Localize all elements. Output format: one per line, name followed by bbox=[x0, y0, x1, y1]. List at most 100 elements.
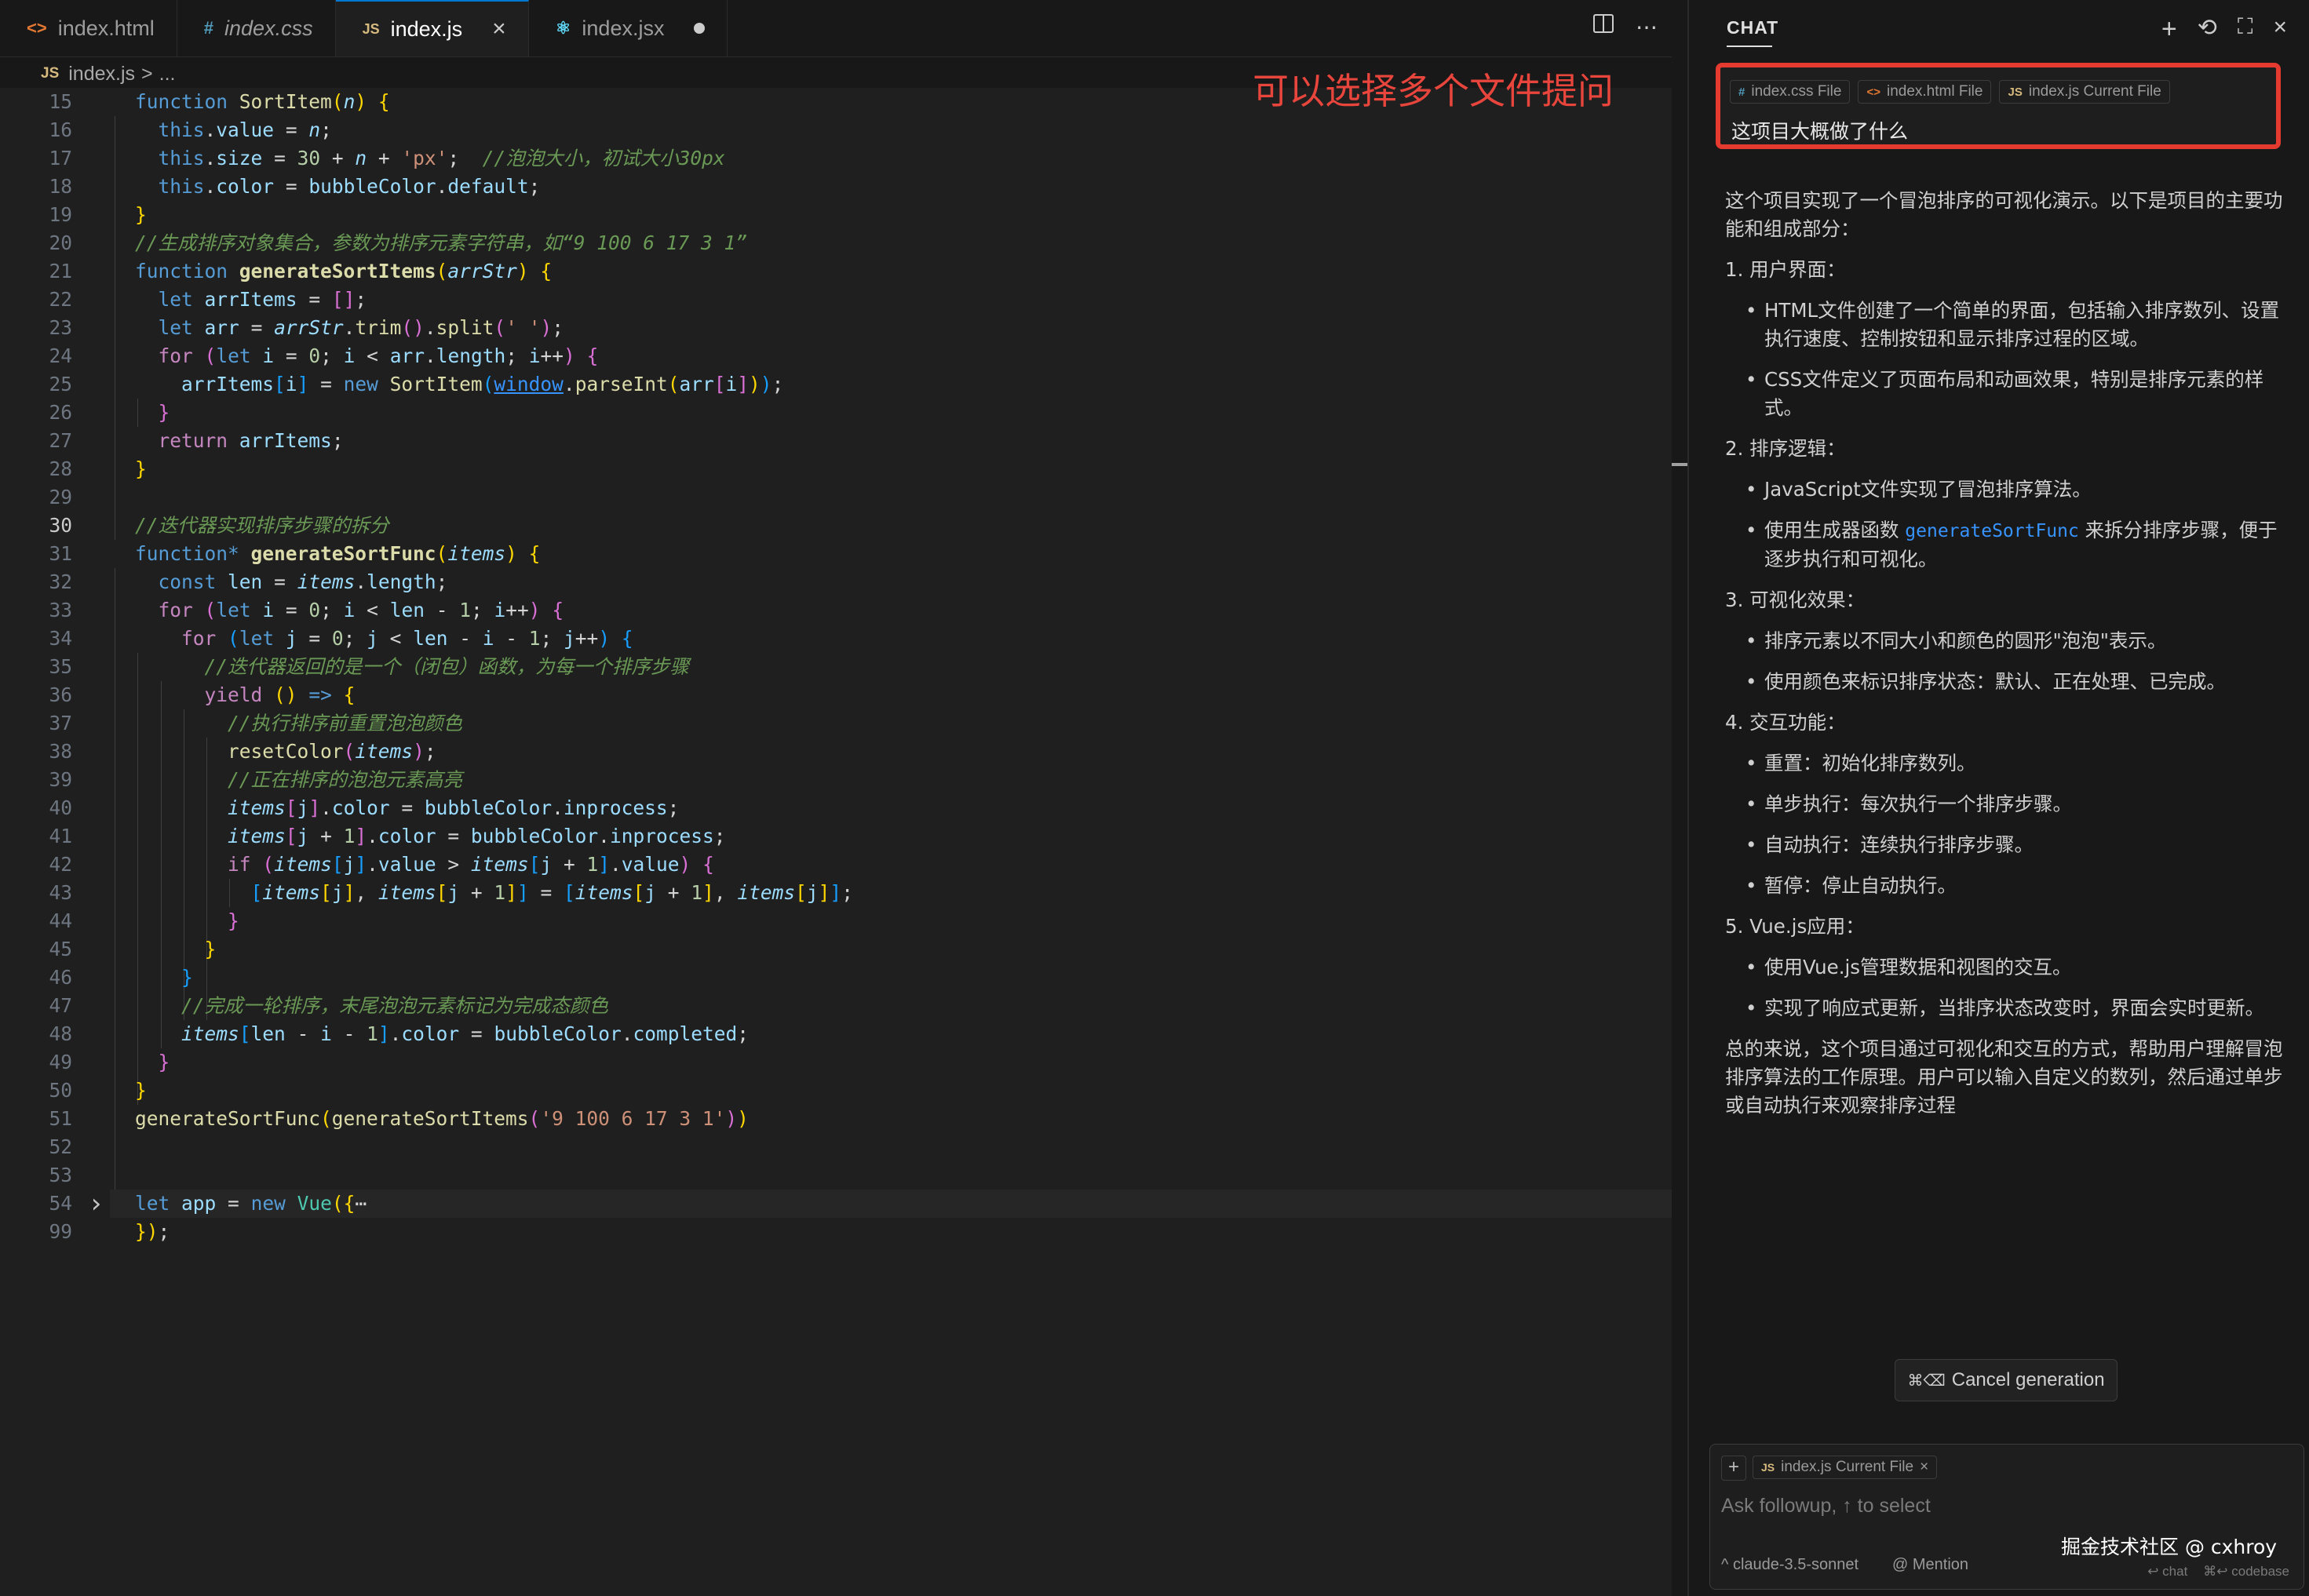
close-icon[interactable]: × bbox=[492, 16, 506, 42]
tab-index-html[interactable]: <> index.html bbox=[0, 0, 177, 56]
list-item: 使用生成器函数 generateSortFunc 来拆分排序步骤，便于逐步执行和… bbox=[1725, 516, 2290, 574]
context-chip-html[interactable]: <> index.html File bbox=[1858, 80, 1992, 104]
close-icon[interactable]: × bbox=[1920, 1459, 1928, 1476]
js-file-icon: JS bbox=[2008, 85, 2023, 99]
line-number: 28 bbox=[49, 457, 72, 480]
chevron-right-icon: > bbox=[141, 62, 153, 85]
line-number: 19 bbox=[49, 203, 72, 226]
followup-input[interactable]: + JS index.js Current File × Ask followu… bbox=[1709, 1444, 2304, 1590]
chip-label: index.js Current File bbox=[1781, 1459, 1914, 1475]
cancel-shortcut: ⌘⌫ bbox=[1907, 1372, 1946, 1390]
code-text: } bbox=[135, 457, 147, 480]
code-text: } bbox=[204, 938, 217, 960]
line-number: 42 bbox=[49, 853, 72, 876]
breadcrumb-symbol[interactable]: ... bbox=[159, 63, 176, 86]
code-text: } bbox=[135, 203, 147, 226]
chip-label: index.js Current File bbox=[2028, 83, 2161, 100]
line-number: 23 bbox=[49, 316, 72, 339]
model-name: claude-3.5-sonnet bbox=[1732, 1556, 1859, 1573]
line-number: 37 bbox=[49, 712, 72, 734]
line-number: 25 bbox=[49, 373, 72, 395]
code-text: } bbox=[181, 966, 193, 989]
breadcrumb-file[interactable]: index.js bbox=[68, 63, 135, 86]
line-number: 52 bbox=[49, 1135, 72, 1158]
code-text: generateSortFunc(generateSortItems('9 10… bbox=[135, 1107, 749, 1130]
context-chip-css[interactable]: # index.css File bbox=[1730, 80, 1851, 104]
input-placeholder[interactable]: Ask followup, ↑ to select bbox=[1721, 1495, 1931, 1518]
add-context-plus-icon[interactable]: + bbox=[1721, 1456, 1746, 1481]
js-file-icon: JS bbox=[362, 20, 380, 37]
close-icon[interactable]: × bbox=[2273, 14, 2287, 45]
list-item: CSS文件定义了页面布局和动画效果，特别是排序元素的样式。 bbox=[1725, 366, 2290, 422]
line-number: 49 bbox=[49, 1051, 72, 1073]
more-actions-icon[interactable]: ⋯ bbox=[1636, 14, 1658, 40]
tab-index-jsx[interactable]: ⚛ index.jsx bbox=[529, 0, 728, 56]
html-file-icon: <> bbox=[1866, 85, 1880, 99]
line-number: 38 bbox=[49, 740, 72, 763]
section-heading: 1. 用户界面： bbox=[1725, 258, 1846, 281]
chip-label: index.css File bbox=[1751, 83, 1842, 100]
line-number: 34 bbox=[49, 627, 72, 650]
split-editor-icon[interactable] bbox=[1593, 14, 1614, 33]
list-item: 使用Vue.js管理数据和视图的交互。 bbox=[1725, 953, 2290, 982]
line-number: 31 bbox=[49, 542, 72, 565]
line-number: 40 bbox=[49, 796, 72, 819]
history-icon[interactable]: ⟲ bbox=[2198, 14, 2217, 45]
code-text: const len = items.length; bbox=[158, 570, 448, 593]
line-number: 43 bbox=[49, 881, 72, 904]
list-item: 单步执行：每次执行一个排序步骤。 bbox=[1725, 790, 2290, 818]
cancel-generation-button[interactable]: ⌘⌫ Cancel generation bbox=[1895, 1359, 2117, 1401]
line-number: 29 bbox=[49, 486, 72, 508]
code-text: this.size = 30 + n + 'px'; //泡泡大小，初试大小30… bbox=[158, 147, 725, 169]
annotation-text: 可以选择多个文件提问 bbox=[1253, 70, 1614, 112]
line-number: 17 bbox=[49, 147, 72, 169]
css-file-icon: # bbox=[1738, 85, 1745, 99]
tab-index-css[interactable]: # index.css bbox=[177, 0, 336, 56]
code-editor[interactable]: 15 function SortItem(n) {16 this.value = … bbox=[0, 88, 1672, 1596]
code-text: for (let j = 0; j < len - i - 1; j++) { bbox=[181, 627, 633, 650]
context-chip-js[interactable]: JS index.js Current File bbox=[1999, 80, 2170, 104]
code-text: items[j].color = bubbleColor.inprocess; bbox=[228, 796, 680, 819]
code-text: for (let i = 0; i < len - 1; i++) { bbox=[158, 599, 564, 621]
line-number: 36 bbox=[49, 683, 72, 706]
line-number: 51 bbox=[49, 1107, 72, 1130]
code-text: //迭代器返回的是一个（闭包）函数，为每一个排序步骤 bbox=[204, 655, 690, 678]
list-item: 实现了响应式更新，当排序状态改变时，界面会实时更新。 bbox=[1725, 994, 2290, 1022]
code-text: }); bbox=[135, 1220, 170, 1243]
tab-index-js[interactable]: JS index.js × bbox=[335, 0, 529, 56]
section-heading: 4. 交互功能： bbox=[1725, 711, 1846, 734]
code-text: arrItems[i] = new SortItem(window.parseI… bbox=[181, 373, 784, 395]
line-number: 35 bbox=[49, 655, 72, 678]
line-number: 45 bbox=[49, 938, 72, 960]
mention-button[interactable]: @ Mention bbox=[1892, 1556, 1968, 1574]
chevron-right-icon[interactable]: › bbox=[88, 1190, 104, 1218]
line-number: 54 bbox=[49, 1192, 72, 1215]
code-text: function generateSortItems(arrStr) { bbox=[135, 260, 553, 282]
assistant-answer: 这个项目实现了一个冒泡排序的可视化演示。以下是项目的主要功能和组成部分： 1. … bbox=[1725, 187, 2290, 1120]
code-text: //生成排序对象集合，参数为排序元素字符串，如“9 100 6 17 3 1” bbox=[135, 231, 748, 254]
active-tab-underline bbox=[1727, 46, 1772, 47]
codebase-hint[interactable]: ⌘↩ codebase bbox=[2203, 1564, 2289, 1580]
model-selector[interactable]: ^ claude-3.5-sonnet bbox=[1721, 1556, 1859, 1574]
watermark-text: 掘金技术社区 @ cxhroy bbox=[2061, 1536, 2278, 1558]
list-item: JavaScript文件实现了冒泡排序算法。 bbox=[1725, 476, 2290, 504]
line-number: 16 bbox=[49, 118, 72, 141]
input-context-chip[interactable]: JS index.js Current File × bbox=[1753, 1456, 1938, 1479]
code-text: return arrItems; bbox=[158, 429, 344, 452]
chat-title[interactable]: CHAT bbox=[1727, 17, 1778, 38]
code-text: this.value = n; bbox=[158, 118, 332, 141]
line-number: 39 bbox=[49, 768, 72, 791]
new-chat-plus-icon[interactable]: + bbox=[2161, 14, 2177, 45]
code-text: items[len - i - 1].color = bubbleColor.c… bbox=[181, 1022, 749, 1045]
code-text: } bbox=[228, 909, 239, 932]
maximize-icon[interactable]: ⛶ bbox=[2238, 14, 2253, 45]
tab-label: index.jsx bbox=[582, 16, 665, 40]
line-number: 33 bbox=[49, 599, 72, 621]
question-bubble[interactable]: # index.css File <> index.html File JS i… bbox=[1716, 63, 2281, 149]
chat-panel: CHAT + ⟲ ⛶ × # index.css File <> index.h… bbox=[1687, 0, 2309, 1596]
question-text: 这项目大概做了什么 bbox=[1731, 120, 1909, 143]
unsaved-dot-icon[interactable] bbox=[694, 23, 706, 34]
code-text: //完成一轮排序，末尾泡泡元素标记为完成态颜色 bbox=[181, 994, 609, 1017]
code-text: //执行排序前重置泡泡颜色 bbox=[228, 712, 463, 734]
line-number: 21 bbox=[49, 260, 72, 282]
